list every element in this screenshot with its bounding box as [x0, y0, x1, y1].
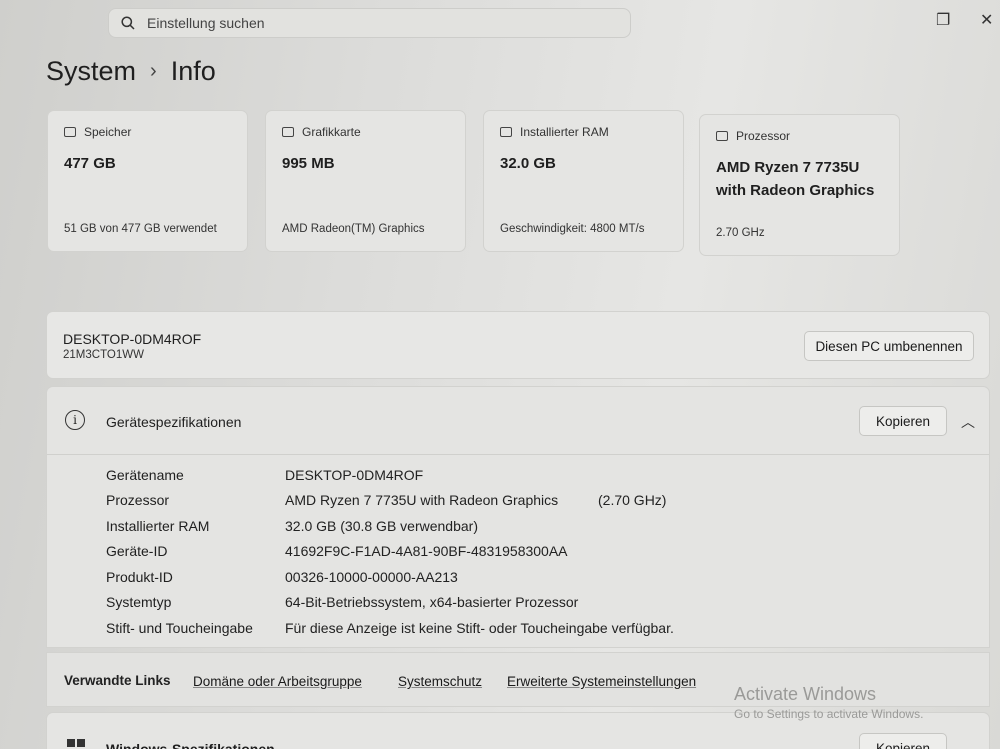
processor-card[interactable]: Prozessor AMD Ryzen 7 7735U with Radeon …	[699, 114, 900, 256]
device-name-panel: DESKTOP-0DM4ROF 21M3CTO1WW Diesen PC umb…	[46, 311, 990, 379]
breadcrumb-parent[interactable]: System	[46, 56, 136, 87]
gpu-icon	[282, 127, 294, 137]
card-title: Grafikkarte	[302, 125, 361, 139]
card-value: AMD Ryzen 7 7735U with Radeon Graphics	[716, 159, 875, 199]
spec-value: DESKTOP-0DM4ROF	[285, 467, 424, 483]
copy-windows-specs-button[interactable]: Kopieren	[859, 733, 947, 749]
processor-icon	[716, 131, 728, 141]
card-sub: 2.70 GHz	[716, 227, 765, 239]
spec-value: Für diese Anzeige ist keine Stift- oder …	[285, 620, 674, 636]
chevron-up-icon[interactable]: ︿	[961, 412, 975, 432]
chevron-right-icon: ›	[150, 60, 157, 82]
card-title: Speicher	[84, 125, 132, 139]
gpu-card[interactable]: Grafikkarte 995 MB AMD Radeon(TM) Graphi…	[265, 110, 466, 252]
device-specs-panel: i Gerätespezifikationen Kopieren ︿ Gerät…	[46, 386, 990, 648]
page-title: System › Info	[46, 56, 216, 87]
spec-key: Stift- und Toucheingabe	[106, 620, 253, 636]
specs-title: Gerätespezifikationen	[106, 414, 242, 430]
spec-value: 41692F9C-F1AD-4A81-90BF-4831958300AA	[285, 543, 568, 559]
spec-value: 00326-10000-00000-AA213	[285, 569, 458, 585]
link-advanced-settings[interactable]: Erweiterte Systemeinstellungen	[507, 674, 696, 689]
windows-logo-icon	[67, 739, 85, 749]
card-value: 32.0 GB	[500, 155, 556, 172]
spec-key: Gerätename	[106, 467, 184, 483]
search-input[interactable]: Einstellung suchen	[147, 15, 265, 31]
watermark-line2: Go to Settings to activate Windows.	[734, 707, 924, 721]
activation-watermark: Activate Windows Go to Settings to activ…	[734, 684, 923, 721]
card-title: Installierter RAM	[520, 125, 609, 139]
spec-key: Prozessor	[106, 492, 170, 508]
related-links-label: Verwandte Links	[64, 673, 171, 688]
breadcrumb-current: Info	[170, 56, 216, 86]
ram-card[interactable]: Installierter RAM 32.0 GB Geschwindigkei…	[483, 110, 684, 252]
spec-key: Produkt-ID	[106, 569, 173, 585]
spec-value: 32.0 GB (30.8 GB verwendbar)	[285, 518, 478, 534]
card-sub: Geschwindigkeit: 4800 MT/s	[500, 223, 645, 235]
copy-specs-button[interactable]: Kopieren	[859, 406, 947, 436]
card-sub: 51 GB von 477 GB verwendet	[64, 223, 217, 235]
card-title: Prozessor	[736, 129, 791, 143]
rename-pc-button[interactable]: Diesen PC umbenennen	[804, 331, 974, 361]
windows-specs-title: Windows-Spezifikationen	[106, 741, 275, 749]
spec-key: Installierter RAM	[106, 518, 210, 534]
spec-key: Systemtyp	[106, 594, 172, 610]
card-value: 477 GB	[64, 155, 116, 172]
card-sub: AMD Radeon(TM) Graphics	[282, 223, 425, 235]
device-name: DESKTOP-0DM4ROF	[63, 331, 202, 347]
spec-value-extra: (2.70 GHz)	[598, 492, 667, 508]
link-domain-workgroup[interactable]: Domäne oder Arbeitsgruppe	[193, 674, 362, 689]
card-value: 995 MB	[282, 155, 335, 172]
restore-icon[interactable]: ❐	[936, 10, 950, 30]
link-system-protection[interactable]: Systemschutz	[398, 674, 482, 689]
search-icon	[121, 16, 135, 30]
spec-value: 64-Bit-Betriebssystem, x64-basierter Pro…	[285, 594, 579, 610]
close-icon[interactable]: ✕	[980, 10, 993, 30]
info-icon: i	[65, 410, 85, 430]
ram-icon	[500, 127, 512, 137]
device-model: 21M3CTO1WW	[63, 349, 144, 361]
search-box[interactable]: Einstellung suchen	[108, 8, 631, 38]
storage-icon	[64, 127, 76, 137]
specs-header[interactable]: i Gerätespezifikationen Kopieren ︿	[47, 387, 989, 455]
storage-card[interactable]: Speicher 477 GB 51 GB von 477 GB verwend…	[47, 110, 248, 252]
watermark-line1: Activate Windows	[734, 684, 877, 704]
spec-key: Geräte-ID	[106, 543, 168, 559]
spec-value: AMD Ryzen 7 7735U with Radeon Graphics	[285, 492, 559, 508]
